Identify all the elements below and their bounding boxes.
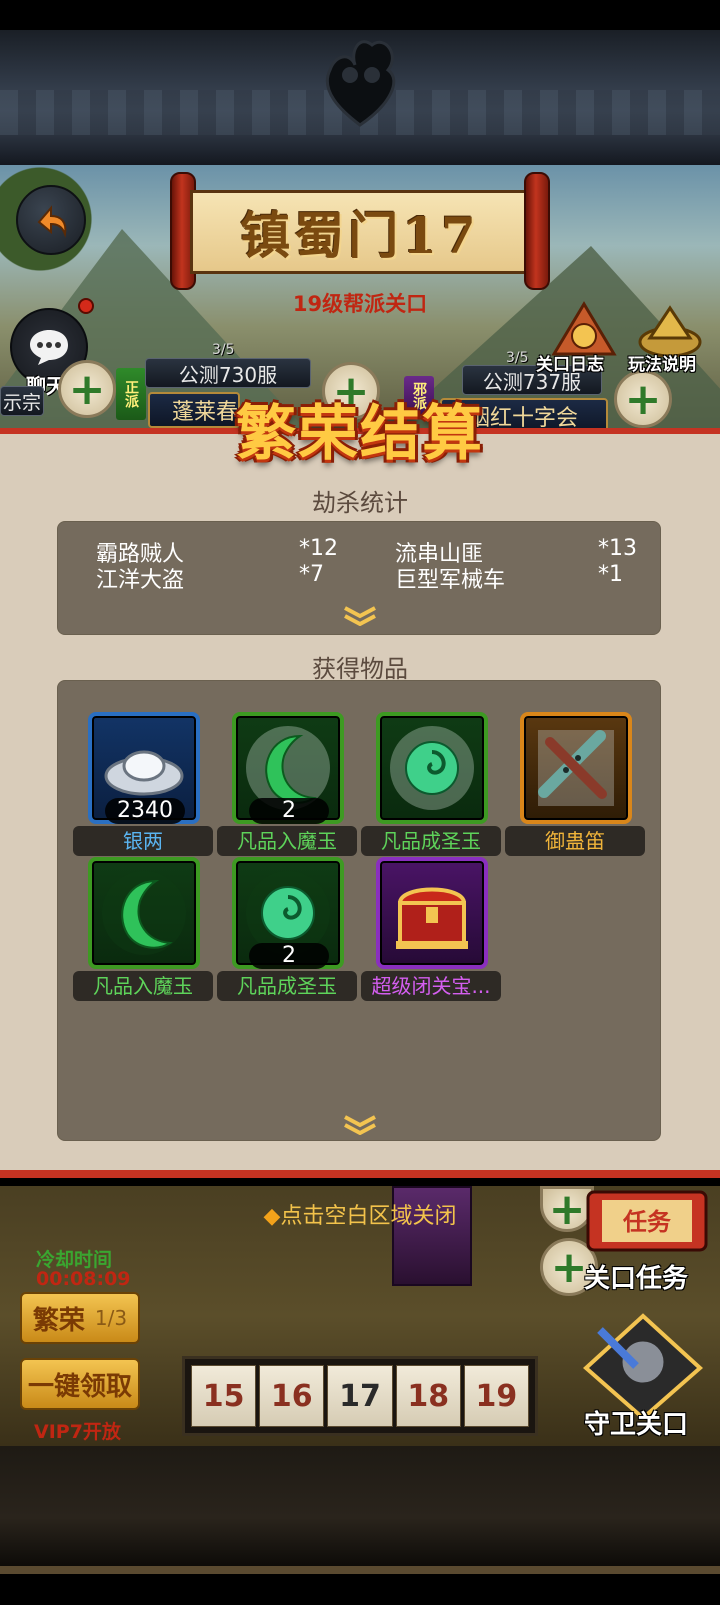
vip-unlock-label: VIP7开放 <box>34 1421 121 1443</box>
treasure-chest-icon <box>396 887 468 949</box>
item-name: 银两 <box>73 826 213 856</box>
kill-count: *12 <box>299 536 338 561</box>
left-server-name: 公测730服 <box>145 358 311 388</box>
stage-title: 镇蜀门17 <box>240 206 480 265</box>
kill-count: *13 <box>598 536 637 561</box>
close-hint[interactable]: ◆点击空白区域关闭 <box>0 1198 720 1230</box>
crescent-jade-icon <box>102 871 186 955</box>
reward-item[interactable]: 凡品入魔玉 <box>73 857 213 1007</box>
reward-item[interactable]: 2 凡品入魔玉 <box>217 712 357 862</box>
chat-bubble-icon <box>30 330 68 365</box>
item-frame <box>376 712 488 824</box>
expand-chevron-icon[interactable] <box>342 606 378 626</box>
stage-log-label[interactable]: 关口日志 <box>536 350 604 375</box>
stage-title-scroll: 镇蜀门17 <box>170 172 550 292</box>
level-selector: 15 16 17 18 19 <box>182 1356 538 1436</box>
reward-item[interactable]: 超级闭关宝... <box>361 857 501 1007</box>
right-server-count: 3/5 <box>506 350 529 366</box>
back-arrow-icon <box>37 205 67 238</box>
claim-all-button[interactable]: 一键领取 <box>20 1358 140 1410</box>
guard-stage-label[interactable]: 守卫关口 <box>584 1404 688 1441</box>
flute-icon <box>538 730 614 806</box>
item-count: 2 <box>249 943 329 969</box>
rules-label[interactable]: 玩法说明 <box>628 350 696 375</box>
prosperity-label: 繁荣 <box>32 1305 85 1336</box>
item-name: 超级闭关宝... <box>361 971 501 1001</box>
prosperity-count: 1/3 <box>94 1306 128 1330</box>
item-name: 凡品成圣玉 <box>361 826 501 856</box>
level-cell[interactable]: 15 <box>191 1365 257 1427</box>
item-frame <box>520 712 632 824</box>
diamond-icon: ◆ <box>263 1204 281 1229</box>
kill-count: *1 <box>598 562 623 587</box>
kill-name: 巨型军械车 <box>395 568 506 593</box>
reward-item[interactable]: 凡品成圣玉 <box>361 712 501 862</box>
item-name: 凡品入魔玉 <box>217 826 357 856</box>
items-title: 获得物品 <box>312 655 408 683</box>
level-cell-current[interactable]: 17 <box>327 1365 393 1427</box>
item-frame <box>88 857 200 969</box>
level-cell[interactable]: 16 <box>259 1365 325 1427</box>
left-server-count: 3/5 <box>212 342 235 358</box>
stage-task-label[interactable]: 关口任务 <box>584 1258 688 1295</box>
kill-stats-panel: 霸路贼人 *12 流串山匪 *13 江洋大盗 *7 巨型军械车 *1 <box>57 521 661 635</box>
level-cell[interactable]: 19 <box>463 1365 530 1427</box>
level-cell[interactable]: 18 <box>395 1365 461 1427</box>
reward-item[interactable]: 2340 银两 <box>73 712 213 862</box>
reward-item[interactable]: 御蛊笛 <box>505 712 645 862</box>
close-hint-text: 点击空白区域关闭 <box>280 1204 457 1229</box>
swirl-jade-icon <box>390 726 474 810</box>
kill-count: *7 <box>299 562 324 587</box>
stage-subtitle: 19级帮派关口 <box>292 292 428 316</box>
item-name: 凡品成圣玉 <box>217 971 357 1001</box>
expand-chevron-icon[interactable] <box>342 1115 378 1135</box>
back-button[interactable] <box>16 185 86 255</box>
reward-item[interactable]: 2 凡品成圣玉 <box>217 857 357 1007</box>
cloud-ornament-icon <box>325 40 396 127</box>
roof-eave-decoration <box>0 30 720 165</box>
cooldown-time: 00:08:09 <box>36 1268 131 1290</box>
item-name: 御蛊笛 <box>505 826 645 856</box>
item-count: 2 <box>249 798 329 824</box>
notification-dot-icon <box>78 298 94 314</box>
claim-all-label: 一键领取 <box>27 1371 132 1402</box>
item-frame <box>376 857 488 969</box>
kill-name: 江洋大盗 <box>96 568 185 593</box>
item-name: 凡品入魔玉 <box>73 971 213 1001</box>
prosperity-button[interactable]: 繁荣 1/3 <box>20 1292 140 1344</box>
bottom-ground <box>0 1446 720 1574</box>
modal-title: 繁荣结算 <box>236 399 484 469</box>
item-count: 2340 <box>105 798 185 824</box>
kill-stats-title: 劫杀统计 <box>312 489 408 517</box>
